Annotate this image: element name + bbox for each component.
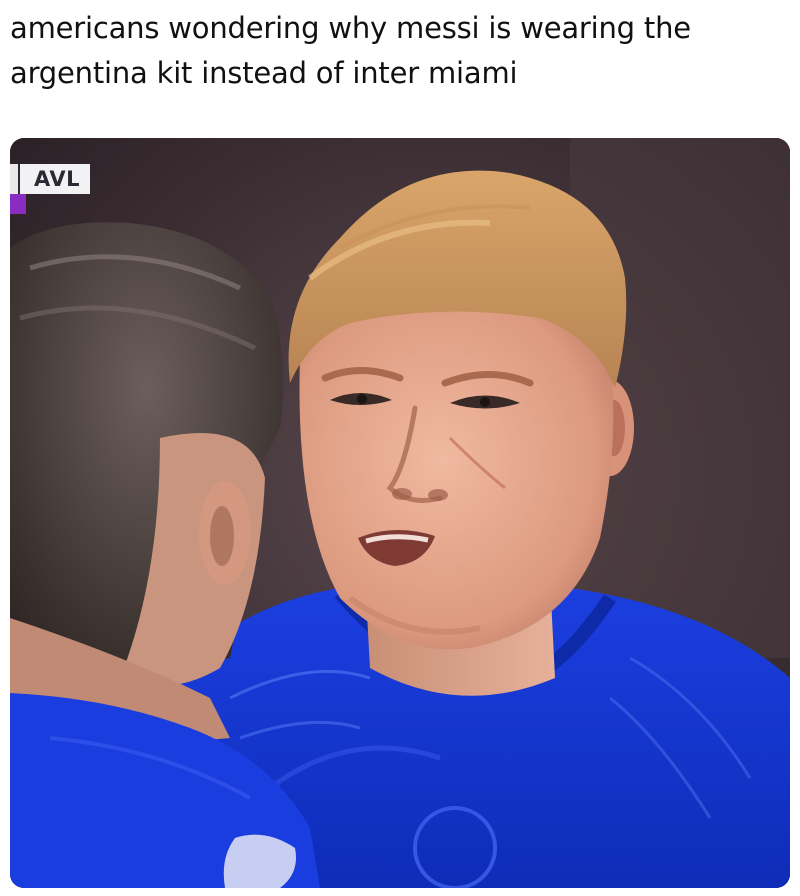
- meme-photo: AVL: [10, 138, 790, 888]
- score-badge-left-chip: [10, 164, 20, 194]
- meme-caption: americans wondering why messi is wearing…: [10, 6, 790, 96]
- team-color-accent: [10, 194, 26, 214]
- photo-illustration: [10, 138, 790, 888]
- caption-line-2: argentina kit instead of inter miami: [10, 56, 518, 90]
- team-abbreviation: AVL: [20, 164, 90, 194]
- caption-line-1: americans wondering why messi is wearing…: [10, 11, 691, 45]
- broadcast-score-badge: AVL: [10, 164, 90, 194]
